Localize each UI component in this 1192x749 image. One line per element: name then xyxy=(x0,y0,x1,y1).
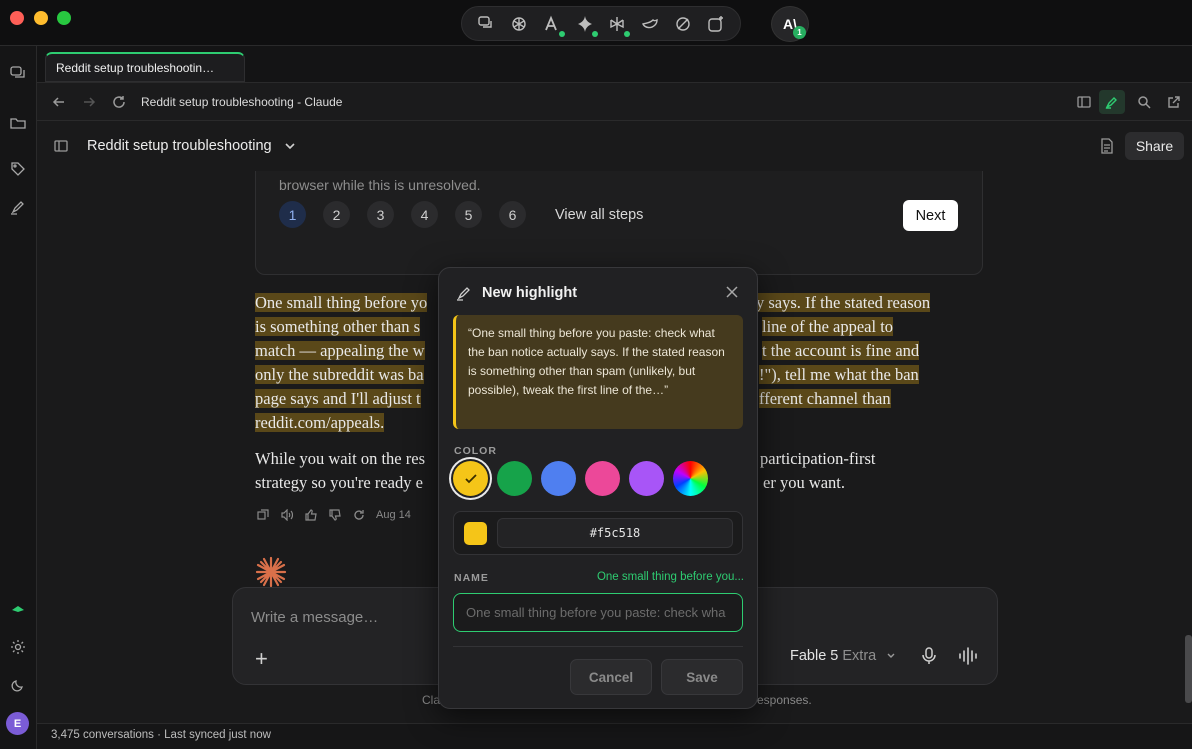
dialog-title: New highlight xyxy=(482,285,578,301)
color-swatch-pink[interactable] xyxy=(585,461,620,496)
account-avatar[interactable]: A\ 1 xyxy=(771,6,809,42)
step-5-button[interactable]: 5 xyxy=(455,201,482,228)
highlight-name-input[interactable] xyxy=(453,593,743,632)
grok-icon[interactable] xyxy=(672,13,694,35)
speaker-icon[interactable] xyxy=(280,509,293,522)
moon-icon[interactable] xyxy=(9,676,27,694)
name-label: NAME xyxy=(454,572,489,584)
step-4-button[interactable]: 4 xyxy=(411,201,438,228)
app-switcher xyxy=(461,6,741,41)
message-input[interactable]: Write a message… xyxy=(251,609,378,626)
reload-icon[interactable] xyxy=(111,94,127,110)
highlighter-toggle-icon[interactable] xyxy=(1099,90,1125,114)
add-attachment-icon[interactable]: + xyxy=(255,646,268,672)
openai-icon[interactable] xyxy=(508,13,530,35)
custom-color-picker[interactable] xyxy=(673,461,708,496)
highlighted-paragraph-right: y says. If the stated reason line of the… xyxy=(756,293,931,408)
app-logo-icon[interactable] xyxy=(9,600,27,618)
document-icon[interactable] xyxy=(1099,138,1115,154)
disclaimer-text-right: esponses. xyxy=(757,693,812,707)
chevron-down-icon xyxy=(886,651,896,661)
highlighter-icon[interactable] xyxy=(9,198,27,216)
conversation-header: Reddit setup troubleshooting Share xyxy=(37,121,1192,171)
voice-waveform-icon[interactable] xyxy=(958,646,978,666)
step-3-button[interactable]: 3 xyxy=(367,201,394,228)
nav-bar: Reddit setup troubleshooting - Claude xyxy=(37,83,1192,121)
chat-bubbles-icon[interactable] xyxy=(475,13,497,35)
hex-color-input[interactable]: #f5c518 xyxy=(497,518,733,548)
cancel-button[interactable]: Cancel xyxy=(570,659,652,695)
tab-strip: Reddit setup troubleshootin… xyxy=(37,46,1192,83)
message-date: Aug 14 xyxy=(376,509,411,521)
notification-badge: 1 xyxy=(793,26,806,39)
retry-icon[interactable] xyxy=(352,509,365,522)
back-arrow-icon[interactable] xyxy=(51,94,67,110)
step-2-button[interactable]: 2 xyxy=(323,201,350,228)
chevron-down-icon xyxy=(284,140,296,152)
message-actions: Aug 14 xyxy=(256,507,411,523)
title-bar: A\ 1 xyxy=(0,0,1192,46)
sidebar-toggle-icon[interactable] xyxy=(1076,94,1092,110)
search-icon[interactable] xyxy=(1136,94,1152,110)
tag-icon[interactable] xyxy=(9,160,27,178)
steps-card: browser while this is unresolved. 1 2 3 … xyxy=(255,171,983,275)
page-title: Reddit setup troubleshooting - Claude xyxy=(141,95,343,109)
open-external-icon[interactable] xyxy=(1166,94,1182,110)
highlighter-icon xyxy=(456,285,472,301)
left-rail: E xyxy=(0,46,37,749)
color-swatch-green[interactable] xyxy=(497,461,532,496)
microphone-icon[interactable] xyxy=(919,646,939,666)
settings-gear-icon[interactable] xyxy=(9,638,27,656)
maximize-window-button[interactable] xyxy=(57,11,71,25)
thumbs-down-icon[interactable] xyxy=(328,509,341,522)
color-swatch-purple[interactable] xyxy=(629,461,664,496)
new-app-icon[interactable] xyxy=(705,13,727,35)
copy-icon[interactable] xyxy=(256,509,269,522)
next-step-button[interactable]: Next xyxy=(903,200,958,231)
user-avatar[interactable]: E xyxy=(6,712,29,735)
folder-icon[interactable] xyxy=(9,114,27,132)
minimize-window-button[interactable] xyxy=(34,11,48,25)
claude-spark-icon xyxy=(254,555,288,589)
anthropic-icon[interactable] xyxy=(541,13,565,37)
app-window: A\ 1 E Reddit setup troubleshootin… Redd… xyxy=(0,0,1192,749)
deepseek-icon[interactable] xyxy=(639,13,661,35)
close-icon[interactable] xyxy=(725,285,739,299)
conversations-icon[interactable] xyxy=(9,64,27,82)
checkmark-icon xyxy=(453,461,488,496)
step-preview-text: browser while this is unresolved. xyxy=(279,177,481,193)
perplexity-icon[interactable] xyxy=(606,13,631,37)
sync-status-text: 3,475 conversations · Last synced just n… xyxy=(51,729,271,741)
model-selector[interactable]: Fable 5 Extra xyxy=(790,648,896,664)
step-1-button[interactable]: 1 xyxy=(279,201,306,228)
close-window-button[interactable] xyxy=(10,11,24,25)
scrollbar-thumb[interactable] xyxy=(1185,635,1192,703)
thumbs-up-icon[interactable] xyxy=(304,509,317,522)
forward-arrow-icon[interactable] xyxy=(81,94,97,110)
conversation-title[interactable]: Reddit setup troubleshooting xyxy=(87,138,296,154)
step-6-button[interactable]: 6 xyxy=(499,201,526,228)
new-highlight-dialog: New highlight “One small thing before yo… xyxy=(438,267,758,709)
dialog-divider xyxy=(453,646,743,647)
message-paragraph-2-right: participation-first er you want. xyxy=(760,449,876,492)
share-button[interactable]: Share xyxy=(1125,132,1184,160)
gemini-sparkle-icon[interactable] xyxy=(574,13,598,37)
sidebar-panel-icon[interactable] xyxy=(53,138,69,154)
color-swatch-yellow[interactable] xyxy=(453,461,488,496)
color-label: COLOR xyxy=(454,445,497,457)
save-button[interactable]: Save xyxy=(661,659,743,695)
status-bar: 3,475 conversations · Last synced just n… xyxy=(37,723,1192,749)
tab-reddit-setup[interactable]: Reddit setup troubleshootin… xyxy=(45,52,245,82)
name-suggestion[interactable]: One small thing before you... xyxy=(584,571,744,583)
hex-color-row: #f5c518 xyxy=(453,511,743,555)
view-all-steps-link[interactable]: View all steps xyxy=(555,207,643,223)
color-swatch-blue[interactable] xyxy=(541,461,576,496)
highlight-quote: “One small thing before you paste: check… xyxy=(453,315,743,429)
color-preview-swatch[interactable] xyxy=(464,522,487,545)
